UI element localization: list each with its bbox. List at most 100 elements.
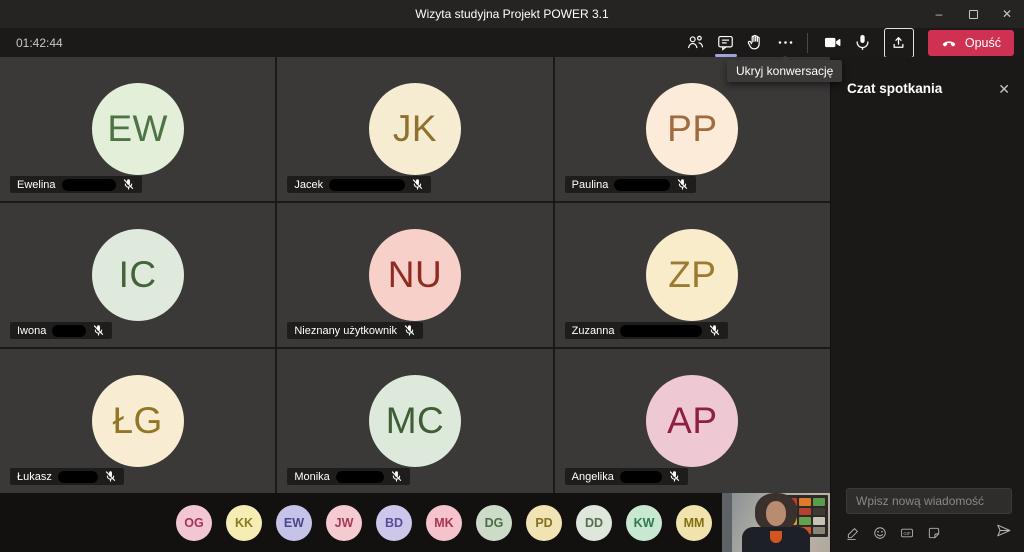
redacted-surname bbox=[62, 179, 116, 191]
mini-avatar[interactable]: PD bbox=[526, 505, 562, 541]
mini-avatar[interactable]: MK bbox=[426, 505, 462, 541]
chat-icon bbox=[716, 33, 735, 52]
mini-avatar[interactable]: JW bbox=[326, 505, 362, 541]
minimize-button[interactable]: – bbox=[922, 0, 956, 28]
audio-participant-roster: OG KK EW JW BD MK DG PD DD KW MM bbox=[176, 505, 712, 541]
participant-name-label: Paulina bbox=[565, 176, 697, 193]
mini-avatar[interactable]: EW bbox=[276, 505, 312, 541]
window-titlebar: Wizyta studyjna Projekt POWER 3.1 – ✕ bbox=[0, 0, 1024, 28]
participant-name-label: Ewelina bbox=[10, 176, 142, 193]
leave-meeting-button[interactable]: Opuść bbox=[928, 30, 1014, 56]
participant-name: Angelika bbox=[572, 471, 614, 483]
bottom-roster-strip: OG KK EW JW BD MK DG PD DD KW MM bbox=[0, 493, 830, 552]
video-poster-cell bbox=[799, 508, 811, 516]
participant-tile-angelika[interactable]: AP Angelika bbox=[555, 349, 830, 493]
mini-avatar[interactable]: DD bbox=[576, 505, 612, 541]
close-button[interactable]: ✕ bbox=[990, 0, 1024, 28]
toolbar-actions: Opuść bbox=[681, 28, 1014, 58]
video-poster-cell bbox=[799, 517, 811, 525]
mic-muted-icon bbox=[411, 178, 424, 191]
mini-avatar[interactable]: KW bbox=[626, 505, 662, 541]
mic-muted-icon bbox=[122, 178, 135, 191]
camera-icon bbox=[823, 33, 842, 52]
close-icon: ✕ bbox=[1002, 7, 1012, 21]
mini-avatar[interactable]: OG bbox=[176, 505, 212, 541]
mini-avatar[interactable]: KK bbox=[226, 505, 262, 541]
mic-muted-icon bbox=[676, 178, 689, 191]
camera-button[interactable] bbox=[818, 28, 848, 57]
window-controls: – ✕ bbox=[922, 0, 1024, 28]
participant-tile-ewelina[interactable]: EW Ewelina bbox=[0, 57, 275, 201]
participant-tile-iwona[interactable]: IC Iwona bbox=[0, 203, 275, 347]
participant-name: Zuzanna bbox=[572, 325, 615, 337]
sticker-icon[interactable] bbox=[927, 526, 941, 540]
svg-text:GIF: GIF bbox=[903, 531, 911, 536]
chat-sidebar: Czat spotkania ✕ GIF bbox=[830, 57, 1024, 552]
participant-tile-zuzanna[interactable]: ZP Zuzanna bbox=[555, 203, 830, 347]
video-poster-cell bbox=[813, 517, 825, 525]
chat-message-input[interactable] bbox=[846, 488, 1012, 514]
share-screen-button[interactable] bbox=[884, 28, 914, 58]
mini-avatar[interactable]: MM bbox=[676, 505, 712, 541]
maximize-icon bbox=[969, 10, 978, 19]
more-actions-button[interactable] bbox=[771, 28, 801, 57]
participant-name-label: Łukasz bbox=[10, 468, 124, 485]
self-video-thumbnail[interactable] bbox=[722, 493, 830, 552]
window-title: Wizyta studyjna Projekt POWER 3.1 bbox=[415, 7, 608, 21]
mic-muted-icon bbox=[403, 324, 416, 337]
emoji-icon[interactable] bbox=[873, 526, 887, 540]
avatar: MC bbox=[369, 375, 461, 467]
more-icon bbox=[776, 33, 795, 52]
chat-header: Czat spotkania ✕ bbox=[831, 57, 1024, 96]
mic-muted-icon bbox=[708, 324, 721, 337]
participant-name: Monika bbox=[294, 471, 329, 483]
raise-hand-button[interactable] bbox=[741, 28, 771, 57]
redacted-surname bbox=[614, 179, 670, 191]
mic-muted-icon bbox=[92, 324, 105, 337]
participant-tile-nieznany[interactable]: NU Nieznany użytkownik bbox=[277, 203, 552, 347]
microphone-button[interactable] bbox=[848, 28, 878, 57]
meeting-timer: 01:42:44 bbox=[16, 36, 63, 50]
video-poster-cell bbox=[813, 498, 825, 506]
microphone-icon bbox=[853, 33, 872, 52]
format-icon[interactable] bbox=[846, 526, 860, 540]
participant-name: Paulina bbox=[572, 179, 609, 191]
avatar: EW bbox=[92, 83, 184, 175]
participant-name: Iwona bbox=[17, 325, 46, 337]
avatar: ZP bbox=[646, 229, 738, 321]
mini-avatar[interactable]: BD bbox=[376, 505, 412, 541]
participant-name-label: Jacek bbox=[287, 176, 431, 193]
chat-tooltip: Ukryj konwersację bbox=[727, 60, 842, 82]
participant-name-label: Iwona bbox=[10, 322, 112, 339]
video-window-frame bbox=[722, 493, 732, 552]
participant-tile-lukasz[interactable]: ŁG Łukasz bbox=[0, 349, 275, 493]
video-person-shirt bbox=[770, 531, 782, 543]
participant-name-label: Zuzanna bbox=[565, 322, 729, 339]
redacted-surname bbox=[336, 471, 384, 483]
video-poster-cell bbox=[799, 498, 811, 506]
mini-avatar[interactable]: DG bbox=[476, 505, 512, 541]
participant-tile-monika[interactable]: MC Monika bbox=[277, 349, 552, 493]
participant-grid: EW Ewelina JK Jacek PP Paulina IC Iwona bbox=[0, 57, 830, 493]
participant-tile-jacek[interactable]: JK Jacek bbox=[277, 57, 552, 201]
redacted-surname bbox=[58, 471, 98, 483]
minimize-icon: – bbox=[936, 7, 943, 21]
gif-icon[interactable]: GIF bbox=[900, 526, 914, 540]
chat-close-button[interactable]: ✕ bbox=[998, 82, 1010, 96]
participant-name: Nieznany użytkownik bbox=[294, 325, 397, 337]
redacted-surname bbox=[52, 325, 86, 337]
mic-muted-icon bbox=[104, 470, 117, 483]
video-poster-cell bbox=[813, 527, 825, 535]
chat-compose-area: GIF bbox=[846, 488, 1012, 544]
avatar: NU bbox=[369, 229, 461, 321]
maximize-button[interactable] bbox=[956, 0, 990, 28]
share-screen-icon bbox=[889, 33, 908, 52]
raise-hand-icon bbox=[746, 33, 765, 52]
send-button[interactable] bbox=[995, 522, 1012, 544]
avatar: PP bbox=[646, 83, 738, 175]
redacted-surname bbox=[620, 471, 662, 483]
toggle-chat-button[interactable] bbox=[711, 28, 741, 57]
toolbar-divider bbox=[807, 33, 808, 53]
participant-name: Łukasz bbox=[17, 471, 52, 483]
show-participants-button[interactable] bbox=[681, 28, 711, 57]
